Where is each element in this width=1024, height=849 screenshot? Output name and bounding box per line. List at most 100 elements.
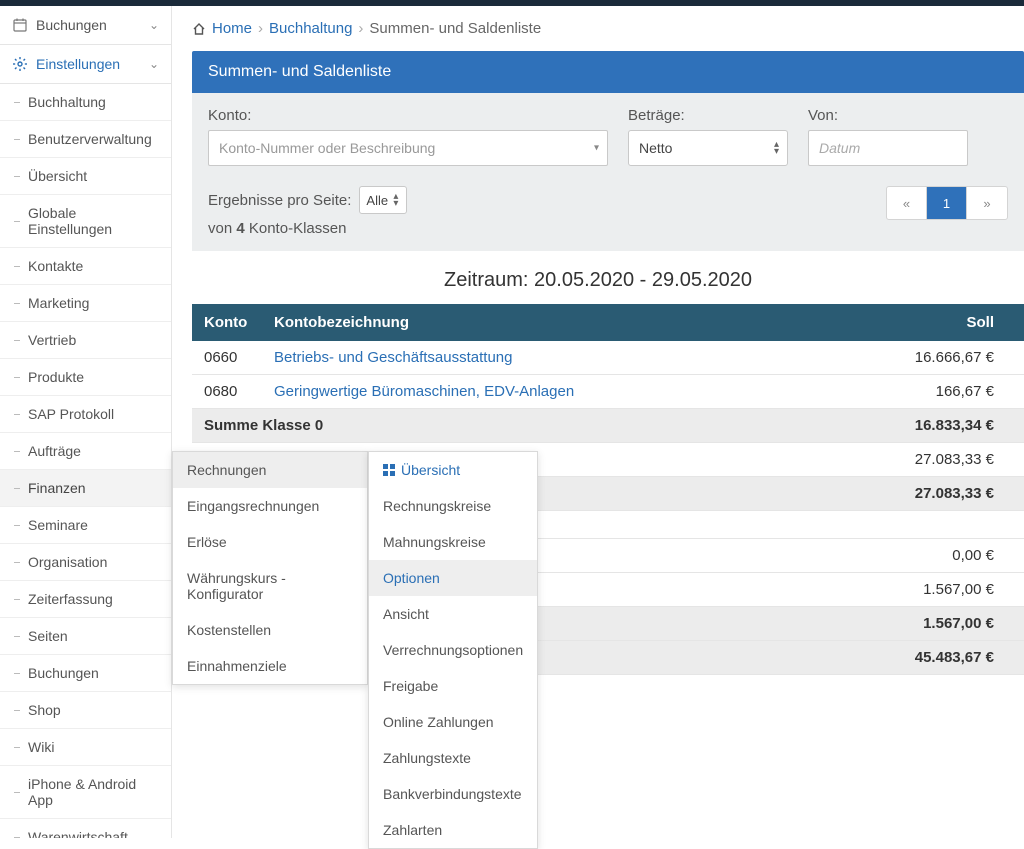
breadcrumb-home[interactable]: Home <box>212 20 252 37</box>
sidebar-item-warenwirtschaft[interactable]: Warenwirtschaft <box>0 819 171 838</box>
breadcrumb-parent[interactable]: Buchhaltung <box>269 20 352 37</box>
submenu-item-erl-se[interactable]: Erlöse <box>173 524 367 560</box>
submenu-item-ansicht[interactable]: Ansicht <box>369 596 537 632</box>
pager-page-1[interactable]: 1 <box>927 187 967 219</box>
table-row: Summe Klasse 016.833,34 € <box>192 409 1024 443</box>
cell-konto: 0660 <box>192 341 262 375</box>
select-arrows-icon: ▴▾ <box>774 141 779 155</box>
sidebar-item-seminare[interactable]: Seminare <box>0 507 171 544</box>
betraege-value: Netto <box>639 140 672 156</box>
submenu-item-kostenstellen[interactable]: Kostenstellen <box>173 612 367 648</box>
home-icon <box>192 22 206 36</box>
breadcrumb: Home › Buchhaltung › Summen- und Saldenl… <box>172 6 1024 51</box>
cell-soll: 16.833,34 € <box>854 409 1024 443</box>
main-content: Home › Buchhaltung › Summen- und Saldenl… <box>172 6 1024 838</box>
sidebar-section-einstellungen[interactable]: Einstellungen ⌄ <box>0 45 171 84</box>
cell-bez: Geringwertige Büromaschinen, EDV-Anlagen <box>262 375 854 409</box>
cell-soll: 27.083,33 € <box>854 443 1024 477</box>
submenu-item-freigabe[interactable]: Freigabe <box>369 668 537 704</box>
konto-label: Konto: <box>208 107 608 124</box>
results-per-page-select[interactable]: Alle ▴▾ <box>359 186 407 214</box>
sidebar-item-vertrieb[interactable]: Vertrieb <box>0 322 171 359</box>
sidebar-item-wiki[interactable]: Wiki <box>0 729 171 766</box>
submenu-item-eingangsrechnungen[interactable]: Eingangsrechnungen <box>173 488 367 524</box>
chevron-down-icon: ⌄ <box>149 57 159 71</box>
sidebar-item-zeiterfassung[interactable]: Zeiterfassung <box>0 581 171 618</box>
submenu-item-zahlungstexte[interactable]: Zahlungstexte <box>369 740 537 776</box>
sidebar-item-organisation[interactable]: Organisation <box>0 544 171 581</box>
cell-soll: 1.567,00 € <box>854 573 1024 607</box>
betraege-select[interactable]: Netto ▴▾ <box>628 130 788 166</box>
betraege-label: Beträge: <box>628 107 788 124</box>
sidebar-item-finanzen[interactable]: Finanzen <box>0 470 171 507</box>
sidebar-item-produkte[interactable]: Produkte <box>0 359 171 396</box>
cell-soll: 166,67 € <box>854 375 1024 409</box>
th-bez: Kontobezeichnung <box>262 304 854 341</box>
submenu-item--bersicht[interactable]: Übersicht <box>369 452 537 488</box>
submenu-item-bankverbindungstexte[interactable]: Bankverbindungstexte <box>369 776 537 812</box>
grid-icon <box>383 464 395 476</box>
submenu-item-w-hrungskurs-konfigurator[interactable]: Währungskurs - Konfigurator <box>173 560 367 612</box>
sidebar-item-auftr-ge[interactable]: Aufträge <box>0 433 171 470</box>
caret-down-icon: ▾ <box>594 143 599 154</box>
filter-panel: Summen- und Saldenliste Konto: Konto-Num… <box>192 51 1024 251</box>
sidebar: Buchungen ⌄ Einstellungen ⌄ BuchhaltungB… <box>0 6 172 838</box>
breadcrumb-sep: › <box>258 20 263 37</box>
konto-link[interactable]: Geringwertige Büromaschinen, EDV-Anlagen <box>274 383 574 400</box>
sidebar-item-sap-protokoll[interactable]: SAP Protokoll <box>0 396 171 433</box>
submenu-item-online-zahlungen[interactable]: Online Zahlungen <box>369 704 537 740</box>
sidebar-item-iphone-android-app[interactable]: iPhone & Android App <box>0 766 171 819</box>
cell-soll: 16.666,67 € <box>854 341 1024 375</box>
th-soll: Soll <box>854 304 1024 341</box>
submenu-item-mahnungskreise[interactable]: Mahnungskreise <box>369 524 537 560</box>
sidebar-item-buchhaltung[interactable]: Buchhaltung <box>0 84 171 121</box>
von-input[interactable]: Datum <box>808 130 968 166</box>
sidebar-item-globale-einstellungen[interactable]: Globale Einstellungen <box>0 195 171 248</box>
panel-title: Summen- und Saldenliste <box>192 51 1024 93</box>
results-per-page-value: Alle <box>366 193 388 208</box>
cell-konto: 0680 <box>192 375 262 409</box>
konto-input[interactable]: Konto-Nummer oder Beschreibung ▾ <box>208 130 608 166</box>
results-per-page-label: Ergebnisse pro Seite: <box>208 192 351 209</box>
cell-soll: 0,00 € <box>854 539 1024 573</box>
cell-soll: 45.483,67 € <box>854 641 1024 675</box>
von-label: Von: <box>808 107 968 124</box>
pager-next[interactable]: » <box>967 187 1007 219</box>
results-count-text: von 4 Konto-Klassen <box>208 220 407 237</box>
rechnungen-submenu: ÜbersichtRechnungskreiseMahnungskreiseOp… <box>368 451 538 849</box>
finanzen-submenu: RechnungenEingangsrechnungenErlöseWährun… <box>172 451 368 685</box>
submenu-item-einnahmenziele[interactable]: Einnahmenziele <box>173 648 367 684</box>
table-row: 0660 Betriebs- und Geschäftsausstattung 16… <box>192 341 1024 375</box>
von-placeholder: Datum <box>819 140 860 156</box>
sidebar-item-buchungen[interactable]: Buchungen <box>0 655 171 692</box>
konto-placeholder: Konto-Nummer oder Beschreibung <box>219 140 435 156</box>
gear-icon <box>12 56 28 72</box>
submenu-item-verrechnungsoptionen[interactable]: Verrechnungsoptionen <box>369 632 537 668</box>
sidebar-item-kontakte[interactable]: Kontakte <box>0 248 171 285</box>
submenu-item-rechnungen[interactable]: Rechnungen <box>173 452 367 488</box>
submenu-item-zahlarten[interactable]: Zahlarten <box>369 812 537 848</box>
submenu-item-optionen[interactable]: Optionen <box>369 560 537 596</box>
calendar-icon <box>12 17 28 33</box>
cell-sum-label: Summe Klasse 0 <box>192 409 854 443</box>
th-konto: Konto <box>192 304 262 341</box>
sidebar-section-buchungen[interactable]: Buchungen ⌄ <box>0 6 171 45</box>
submenu-item-rechnungskreise[interactable]: Rechnungskreise <box>369 488 537 524</box>
sidebar-item-seiten[interactable]: Seiten <box>0 618 171 655</box>
sidebar-section-label: Einstellungen <box>36 56 120 72</box>
select-arrows-icon: ▴▾ <box>393 193 398 207</box>
sidebar-item-shop[interactable]: Shop <box>0 692 171 729</box>
zeitraum-heading: Zeitraum: 20.05.2020 - 29.05.2020 <box>172 251 1024 304</box>
cell-bez: Betriebs- und Geschäftsausstattung <box>262 341 854 375</box>
sidebar-item-benutzerverwaltung[interactable]: Benutzerverwaltung <box>0 121 171 158</box>
chevron-down-icon: ⌄ <box>149 18 159 32</box>
sidebar-item--bersicht[interactable]: Übersicht <box>0 158 171 195</box>
pager-prev[interactable]: « <box>887 187 927 219</box>
breadcrumb-sep: › <box>358 20 363 37</box>
table-row: 0680 Geringwertige Büromaschinen, EDV-Anl… <box>192 375 1024 409</box>
sidebar-section-label: Buchungen <box>36 17 107 33</box>
konto-link[interactable]: Betriebs- und Geschäftsausstattung <box>274 349 512 366</box>
pager: « 1 » <box>886 186 1008 220</box>
cell-soll: 1.567,00 € <box>854 607 1024 641</box>
sidebar-item-marketing[interactable]: Marketing <box>0 285 171 322</box>
